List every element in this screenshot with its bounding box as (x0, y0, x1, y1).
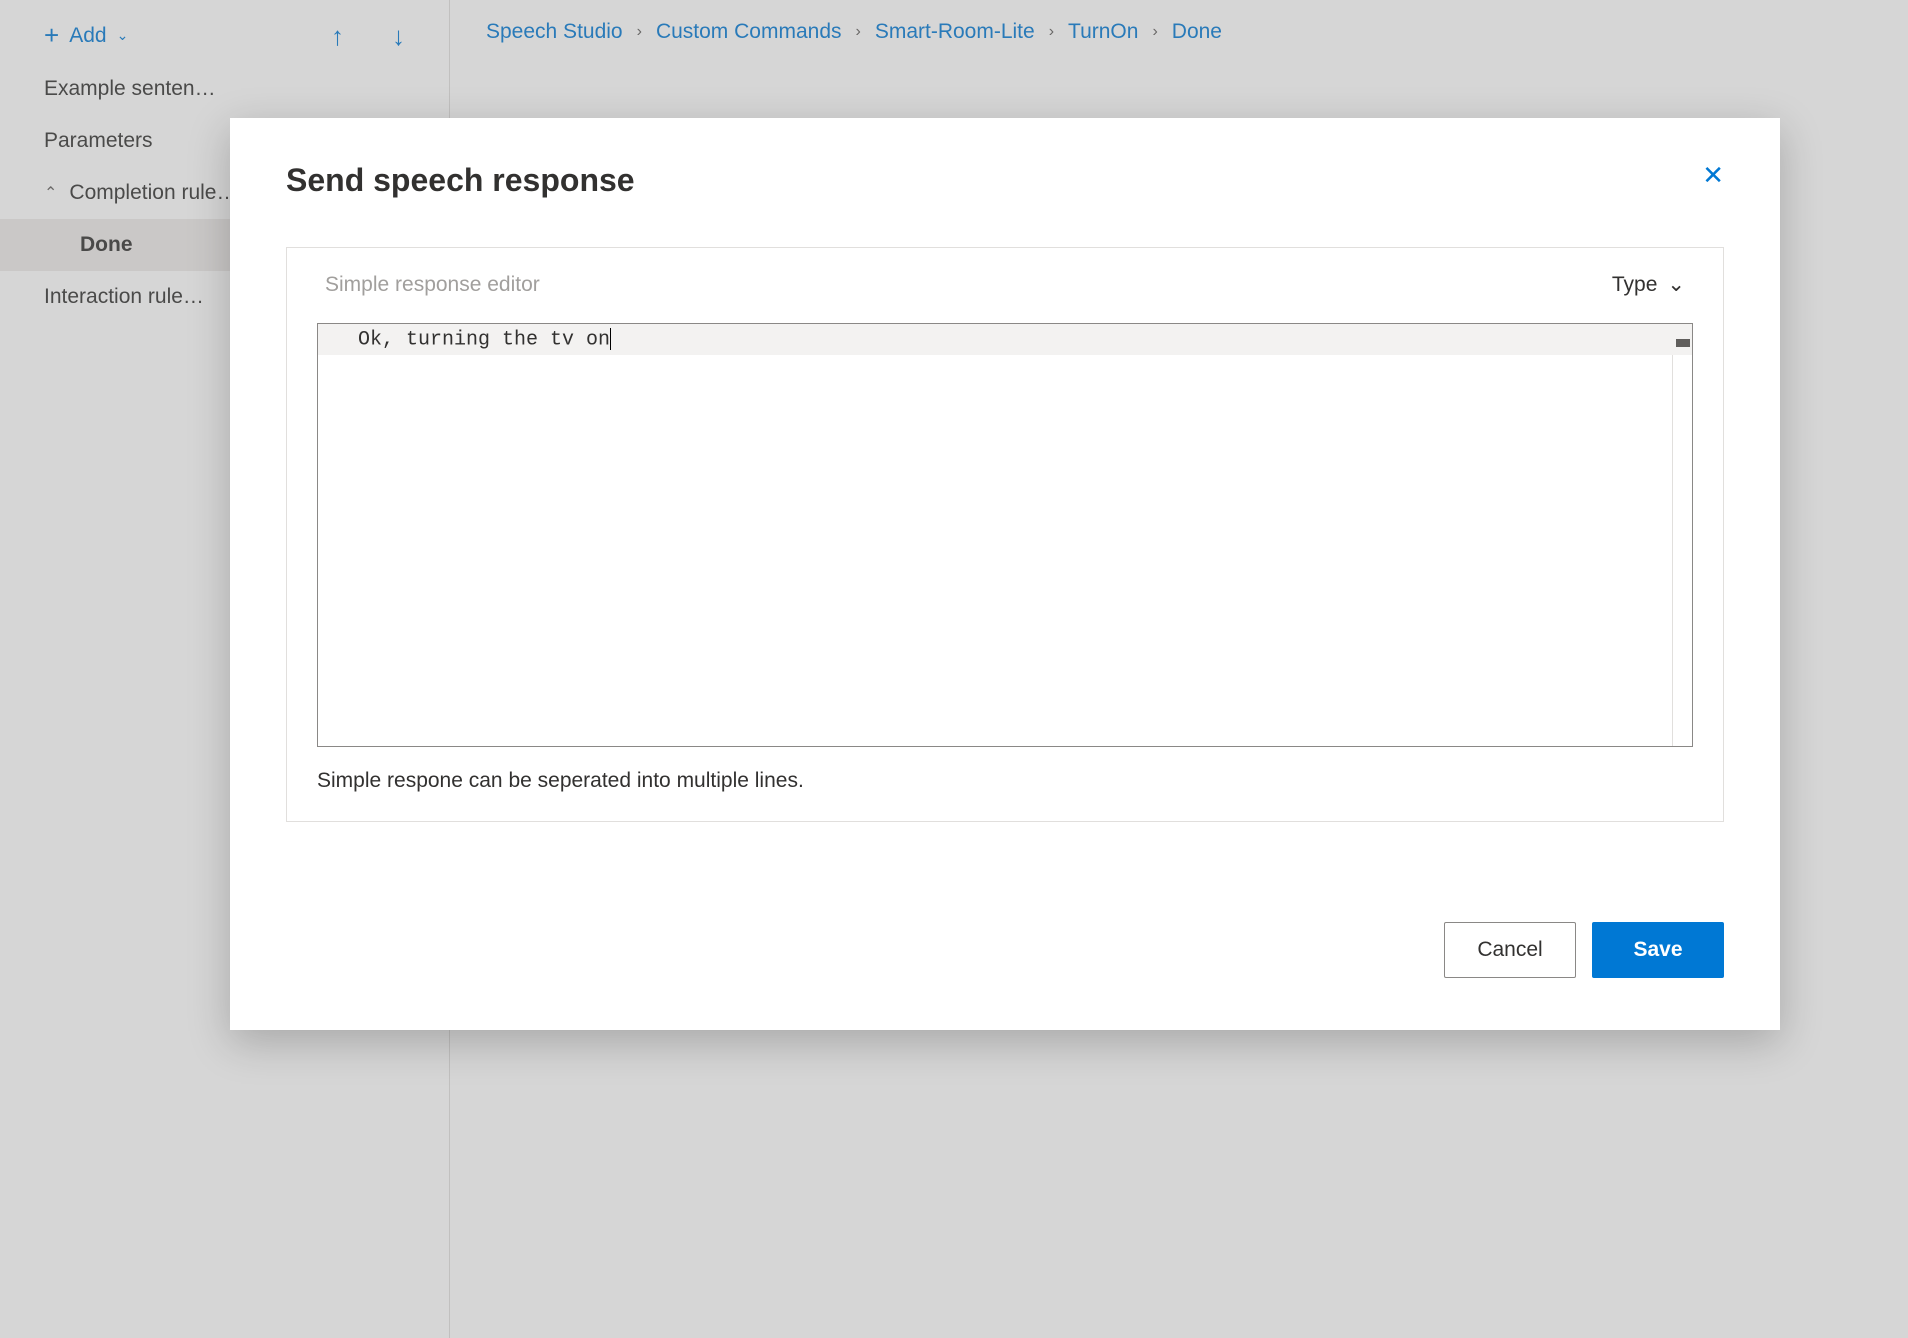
modal-footer: Cancel Save (286, 922, 1724, 978)
send-speech-response-dialog: Send speech response ✕ Simple response e… (230, 118, 1780, 1030)
type-dropdown[interactable]: Type ⌄ (1612, 272, 1685, 297)
modal-header: Send speech response ✕ (286, 162, 1724, 199)
editor-label: Simple response editor (325, 273, 540, 297)
type-dropdown-label: Type (1612, 273, 1658, 297)
scrollbar[interactable] (1672, 355, 1692, 746)
close-icon[interactable]: ✕ (1702, 162, 1724, 188)
helper-text: Simple respone can be seperated into mul… (317, 769, 1693, 793)
editor-toolbar: Simple response editor Type ⌄ (317, 272, 1693, 297)
cancel-button[interactable]: Cancel (1444, 922, 1576, 978)
textarea-body[interactable] (317, 355, 1693, 747)
chevron-down-icon: ⌄ (1667, 272, 1685, 297)
save-button[interactable]: Save (1592, 922, 1724, 978)
modal-title: Send speech response (286, 162, 635, 199)
response-text-line: Ok, turning the tv on (317, 323, 1693, 355)
response-text-value: Ok, turning the tv on (358, 328, 610, 351)
text-cursor (610, 328, 611, 350)
response-textarea[interactable]: Ok, turning the tv on (317, 323, 1693, 747)
scroll-thumb[interactable] (1676, 339, 1690, 347)
response-editor-panel: Simple response editor Type ⌄ Ok, turnin… (286, 247, 1724, 822)
